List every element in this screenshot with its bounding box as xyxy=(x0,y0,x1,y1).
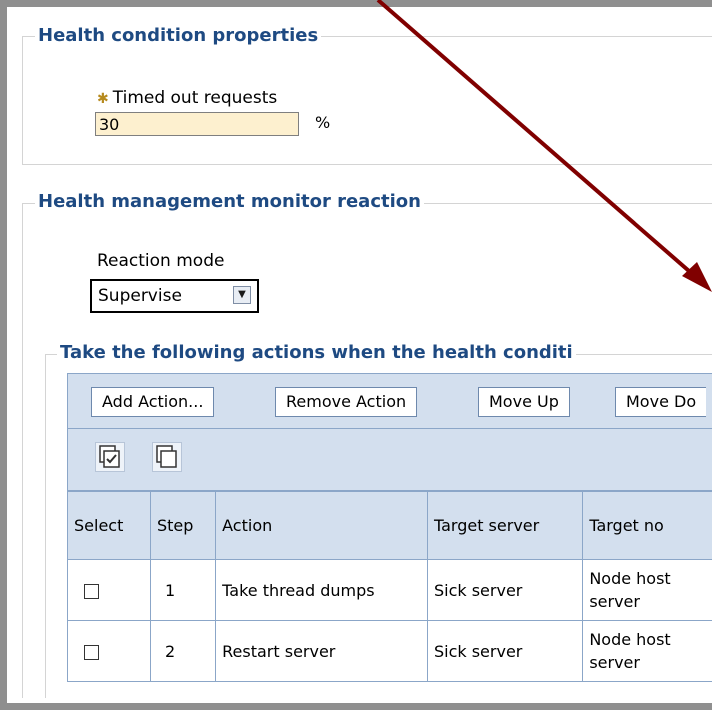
fieldset-actions-left xyxy=(45,354,46,698)
target-server-cell: Sick server xyxy=(426,620,584,682)
reaction-mode-select[interactable]: Supervise ▼ xyxy=(90,279,259,313)
target-node-cell: Node host server xyxy=(582,620,712,682)
percent-unit: % xyxy=(315,113,331,132)
fieldset-reaction-left xyxy=(22,203,23,698)
timed-out-requests-text: Timed out requests xyxy=(112,88,278,108)
column-header-action: Action xyxy=(215,491,428,560)
actions-toolbar: Add Action... Remove Action Move Up Move… xyxy=(67,373,712,429)
column-header-target-node: Target no xyxy=(582,491,712,560)
action-cell: Restart server xyxy=(215,620,428,682)
timed-out-requests-label: ✱ Timed out requests xyxy=(97,88,277,108)
move-down-button[interactable]: Move Do xyxy=(615,387,707,417)
health-condition-legend: Health condition properties xyxy=(35,25,322,46)
row-checkbox[interactable] xyxy=(84,583,99,599)
target-server-cell: Sick server xyxy=(426,559,584,621)
chevron-down-icon[interactable]: ▼ xyxy=(233,286,251,304)
action-cell: Take thread dumps xyxy=(215,559,428,621)
fieldset-health-condition-bottom xyxy=(22,164,712,165)
select-cell xyxy=(67,559,151,621)
reaction-mode-value: Supervise xyxy=(98,286,182,306)
row-checkbox[interactable] xyxy=(84,644,99,660)
step-cell: 1 xyxy=(149,559,217,621)
table-header-row: Select Step Action Target server Target … xyxy=(67,491,712,560)
actions-table: Select Step Action Target server Target … xyxy=(67,491,712,682)
table-row: 2 Restart server Sick server Node host s… xyxy=(67,620,712,682)
table-row: 1 Take thread dumps Sick server Node hos… xyxy=(67,559,712,621)
remove-action-button[interactable]: Remove Action xyxy=(275,387,418,417)
column-header-select: Select xyxy=(67,491,151,560)
timed-out-requests-input[interactable] xyxy=(95,112,299,136)
target-node-cell: Node host server xyxy=(582,559,712,621)
step-cell: 2 xyxy=(149,620,217,682)
reaction-legend: Health management monitor reaction xyxy=(35,191,424,212)
selection-iconbar xyxy=(67,429,712,491)
add-action-button[interactable]: Add Action... xyxy=(91,387,215,417)
actions-legend: Take the following actions when the heal… xyxy=(57,342,576,363)
fieldset-health-condition-left xyxy=(22,36,23,164)
select-cell xyxy=(67,620,151,682)
column-header-step: Step xyxy=(149,491,217,560)
reaction-mode-label: Reaction mode xyxy=(97,251,225,271)
column-header-target-server: Target server xyxy=(426,491,584,560)
deselect-all-icon[interactable] xyxy=(152,442,182,472)
move-up-button[interactable]: Move Up xyxy=(478,387,570,417)
select-all-icon[interactable] xyxy=(95,442,125,472)
required-icon: ✱ xyxy=(97,91,109,107)
